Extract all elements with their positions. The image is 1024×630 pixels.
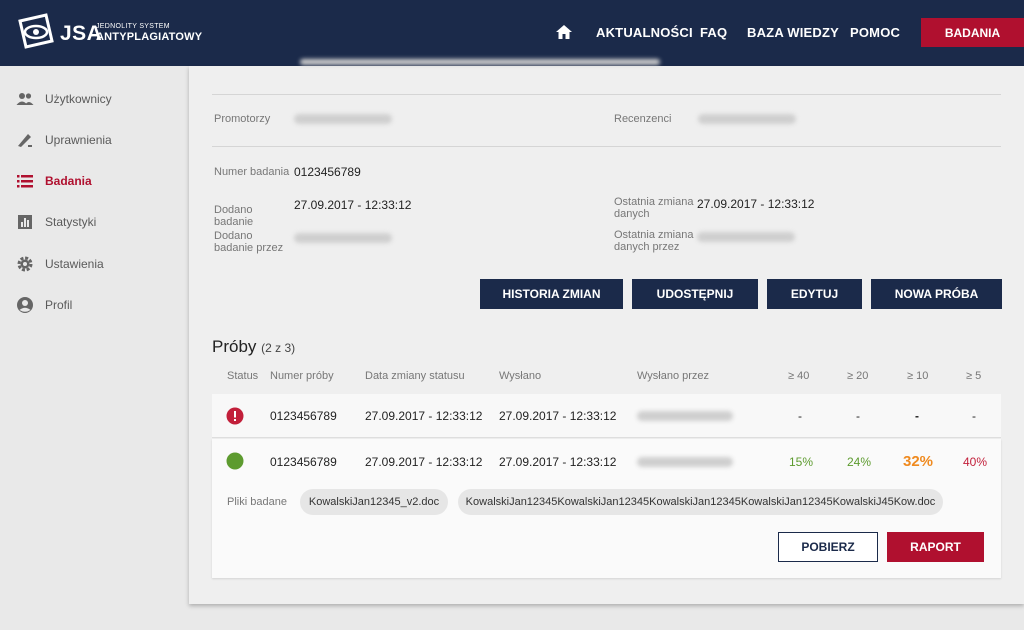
row2-wyslano: 27.09.2017 - 12:33:12 (499, 455, 617, 469)
row1-p5: - (972, 409, 976, 423)
numer-badania-value: 0123456789 (294, 165, 361, 179)
logo-icon[interactable] (16, 13, 56, 51)
dodano-przez-label-2: badanie przez (214, 242, 284, 254)
nav-baza-wiedzy[interactable]: BAZA WIEDZY (747, 25, 839, 40)
row1-data: 27.09.2017 - 12:33:12 (365, 409, 483, 423)
nav-aktualnosci[interactable]: AKTUALNOŚCI (596, 25, 693, 40)
proby-title-text: Próby (212, 337, 257, 356)
edytuj-button[interactable]: EDYTUJ (767, 279, 862, 309)
nav-faq[interactable]: FAQ (700, 25, 727, 40)
col-status: Status (227, 370, 259, 382)
row2-wyslano-przez-blurred (637, 457, 733, 467)
promotorzy-label: Promotorzy (214, 113, 271, 125)
col-ge20: ≥ 20 (847, 370, 869, 382)
divider (212, 146, 1001, 147)
sidebar: Użytkownicy Uprawnienia Badania Statysty… (0, 66, 188, 630)
file-chip[interactable]: KowalskiJan12345_v2.doc (300, 489, 448, 515)
error-icon (226, 407, 244, 425)
success-icon (226, 452, 244, 470)
col-wyslano-przez: Wysłano przez (637, 370, 710, 382)
badania-button[interactable]: BADANIA (921, 18, 1024, 47)
home-icon[interactable] (555, 23, 573, 41)
proby-count: (2 z 3) (261, 341, 296, 355)
sidebar-item-statystyki[interactable]: Statystyki (0, 210, 188, 234)
row2-numer: 0123456789 (270, 455, 337, 469)
historia-zmian-button[interactable]: HISTORIA ZMIAN (480, 279, 623, 309)
numer-badania-label: Numer badania (214, 166, 290, 178)
col-data-zmiany: Data zmiany statusu (365, 370, 465, 382)
sidebar-item-label: Badania (45, 174, 92, 188)
row1-p10: - (915, 409, 919, 423)
raport-button[interactable]: RAPORT (887, 532, 984, 562)
udostepnij-button[interactable]: UDOSTĘPNIJ (632, 279, 758, 309)
sidebar-item-ustawienia[interactable]: Ustawienia (0, 252, 188, 276)
row1-numer: 0123456789 (270, 409, 337, 423)
col-ge5: ≥ 5 (966, 370, 982, 382)
proby-title: Próby (2 z 3) (212, 337, 295, 357)
sidebar-item-label: Ustawienia (45, 257, 104, 271)
ostatnia-przez-value-blurred (697, 232, 795, 242)
sidebar-item-label: Profil (45, 298, 73, 312)
row2-p10: 32% (903, 453, 934, 470)
dodano-przez-value-blurred (294, 233, 392, 243)
col-numer-proby: Numer próby (270, 370, 334, 382)
row1-p20: - (856, 409, 860, 423)
sidebar-item-badania[interactable]: Badania (0, 169, 188, 193)
sidebar-item-label: Uprawnienia (45, 133, 112, 147)
ostatnia-label-2: danych (614, 208, 650, 220)
nowa-proba-button[interactable]: NOWA PRÓBA (871, 279, 1002, 309)
row2-p5: 40% (963, 455, 988, 469)
chart-icon (18, 215, 32, 229)
logo-subtitle-1: JEDNOLITY SYSTEM (96, 23, 170, 30)
list-icon (17, 175, 33, 188)
row2-p20: 24% (847, 455, 872, 469)
row1-wyslano-przez-blurred (637, 411, 733, 421)
ostatnia-value: 27.09.2017 - 12:33:12 (697, 197, 815, 211)
sidebar-item-label: Użytkownicy (45, 92, 112, 106)
sidebar-item-uzytkownicy[interactable]: Użytkownicy (0, 87, 188, 111)
promotorzy-value-blurred (294, 114, 392, 124)
sidebar-item-profil[interactable]: Profil (0, 293, 188, 317)
dodano-label-2: badanie (214, 216, 254, 228)
col-ge10: ≥ 10 (907, 370, 929, 382)
pliki-badane-label: Pliki badane (227, 496, 287, 508)
dodano-value: 27.09.2017 - 12:33:12 (294, 198, 412, 212)
recenzenci-value-blurred (698, 114, 796, 124)
permissions-icon (18, 134, 32, 147)
row1-p40: - (798, 409, 802, 423)
row1-wyslano: 27.09.2017 - 12:33:12 (499, 409, 617, 423)
sidebar-item-label: Statystyki (45, 215, 97, 229)
col-ge40: ≥ 40 (788, 370, 810, 382)
blurred-text (300, 59, 660, 65)
profile-icon (17, 297, 33, 313)
users-icon (16, 93, 34, 105)
ostatnia-przez-label-2: danych przez (614, 241, 680, 253)
nav-pomoc[interactable]: POMOC (850, 25, 900, 40)
col-wyslano: Wysłano (499, 370, 542, 382)
divider (212, 94, 1001, 95)
sidebar-item-uprawnienia[interactable]: Uprawnienia (0, 128, 188, 152)
pobierz-button[interactable]: POBIERZ (778, 532, 878, 562)
recenzenci-label: Recenzenci (614, 113, 672, 125)
file-chip[interactable]: KowalskiJan12345KowalskiJan12345Kowalski… (458, 489, 943, 515)
top-navbar: JSA JEDNOLITY SYSTEM ANTYPLAGIATOWY AKTU… (0, 0, 1024, 66)
row2-p40: 15% (789, 455, 814, 469)
gear-icon (17, 256, 33, 272)
logo-subtitle-2: ANTYPLAGIATOWY (96, 31, 203, 43)
row2-data: 27.09.2017 - 12:33:12 (365, 455, 483, 469)
